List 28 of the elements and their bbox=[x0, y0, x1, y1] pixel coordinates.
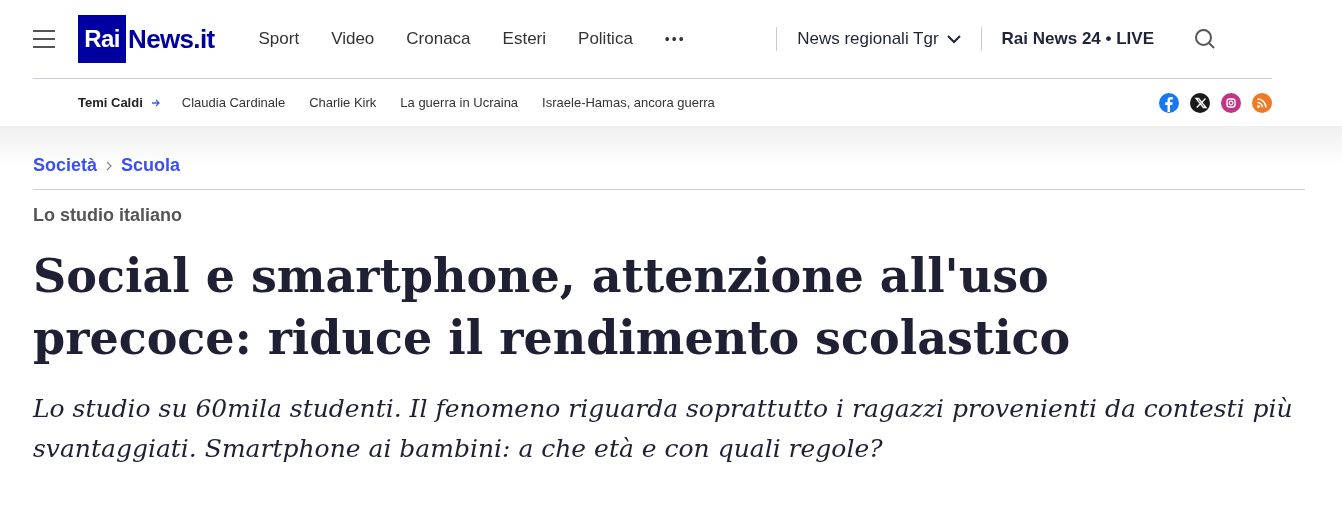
article-subtitle: Lo studio su 60mila studenti. Il fenomeno riguarda soprattutto i ragazzi provenienti da contesti più svantaggiati. Smartphone ai bambini: a che età e con quali regole? bbox=[33, 393, 1294, 465]
regional-news-dropdown[interactable]: News regionali Tgr bbox=[777, 26, 981, 52]
arrow-right-icon bbox=[150, 97, 161, 108]
rss-icon[interactable] bbox=[1252, 92, 1272, 113]
chevron-down-icon bbox=[946, 34, 961, 44]
nav-link[interactable]: Esteri bbox=[502, 26, 547, 52]
topic-link[interactable]: La guerra in Ucraina bbox=[400, 92, 519, 113]
nav-link[interactable]: Sport bbox=[258, 26, 300, 52]
nav-link[interactable]: Politica bbox=[578, 26, 633, 52]
live-link[interactable]: Rai News 24 • LIVE bbox=[981, 26, 1174, 52]
nav-link[interactable]: Video bbox=[331, 26, 375, 52]
hot-topics-label: Temi Caldi bbox=[78, 93, 143, 112]
breadcrumb-link[interactable]: Società bbox=[33, 152, 98, 179]
instagram-icon[interactable] bbox=[1221, 92, 1241, 113]
menu-icon[interactable] bbox=[33, 30, 55, 48]
site-logo[interactable]: Rai News.it bbox=[78, 15, 215, 63]
article-title: Social e smartphone, attenzione all'uso precoce: riduce il rendimento scolastico bbox=[33, 248, 1072, 367]
x-icon[interactable] bbox=[1190, 92, 1210, 113]
topic-link[interactable]: Israele-Hamas, ancora guerra bbox=[542, 92, 715, 113]
search-icon[interactable] bbox=[1194, 28, 1216, 50]
topic-link[interactable]: Claudia Cardinale bbox=[181, 92, 286, 113]
breadcrumb-link[interactable]: Scuola bbox=[121, 152, 181, 179]
more-button[interactable]: ••• bbox=[664, 28, 686, 50]
article-kicker: Lo studio italiano bbox=[33, 204, 183, 227]
topic-link[interactable]: Charlie Kirk bbox=[309, 92, 377, 113]
chevron-right-icon bbox=[106, 160, 113, 171]
nav-link[interactable]: Cronaca bbox=[406, 26, 471, 52]
facebook-icon[interactable] bbox=[1159, 92, 1179, 113]
